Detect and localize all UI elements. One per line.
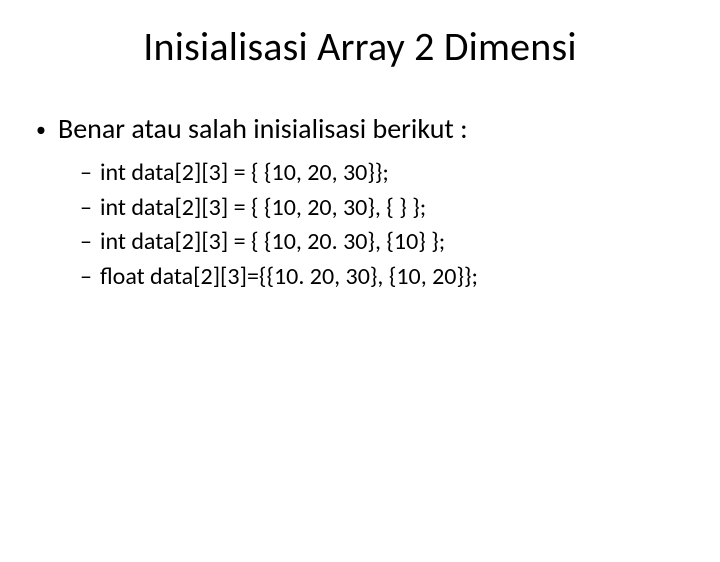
bullet-level1: • Benar atau salah inisialisasi berikut …	[36, 111, 690, 147]
list-item: – int data[2][3] = { {10, 20, 30}, { } }…	[80, 192, 720, 224]
list-item-text: int data[2][3] = { {10, 20. 30}, {10} };	[100, 226, 445, 258]
list-item-text: int data[2][3] = { {10, 20, 30}, { } };	[100, 192, 426, 224]
dash-icon: –	[80, 226, 92, 258]
slide-title: Inisialisasi Array 2 Dimensi	[0, 22, 720, 71]
bullet-level1-text: Benar atau salah inisialisasi berikut :	[58, 111, 468, 147]
slide: Inisialisasi Array 2 Dimensi • Benar ata…	[0, 22, 720, 562]
dash-icon: –	[80, 157, 92, 189]
dash-icon: –	[80, 192, 92, 224]
bullet-dot-icon: •	[36, 117, 46, 143]
list-item-text: float data[2][3]={{10. 20, 30}, {10, 20}…	[100, 261, 478, 293]
list-item: – int data[2][3] = { {10, 20, 30}};	[80, 157, 720, 189]
list-item-text: int data[2][3] = { {10, 20, 30}};	[100, 157, 389, 189]
bullet-level2-list: – int data[2][3] = { {10, 20, 30}}; – in…	[80, 157, 720, 293]
list-item: – int data[2][3] = { {10, 20. 30}, {10} …	[80, 226, 720, 258]
dash-icon: –	[80, 261, 92, 293]
list-item: – float data[2][3]={{10. 20, 30}, {10, 2…	[80, 261, 720, 293]
